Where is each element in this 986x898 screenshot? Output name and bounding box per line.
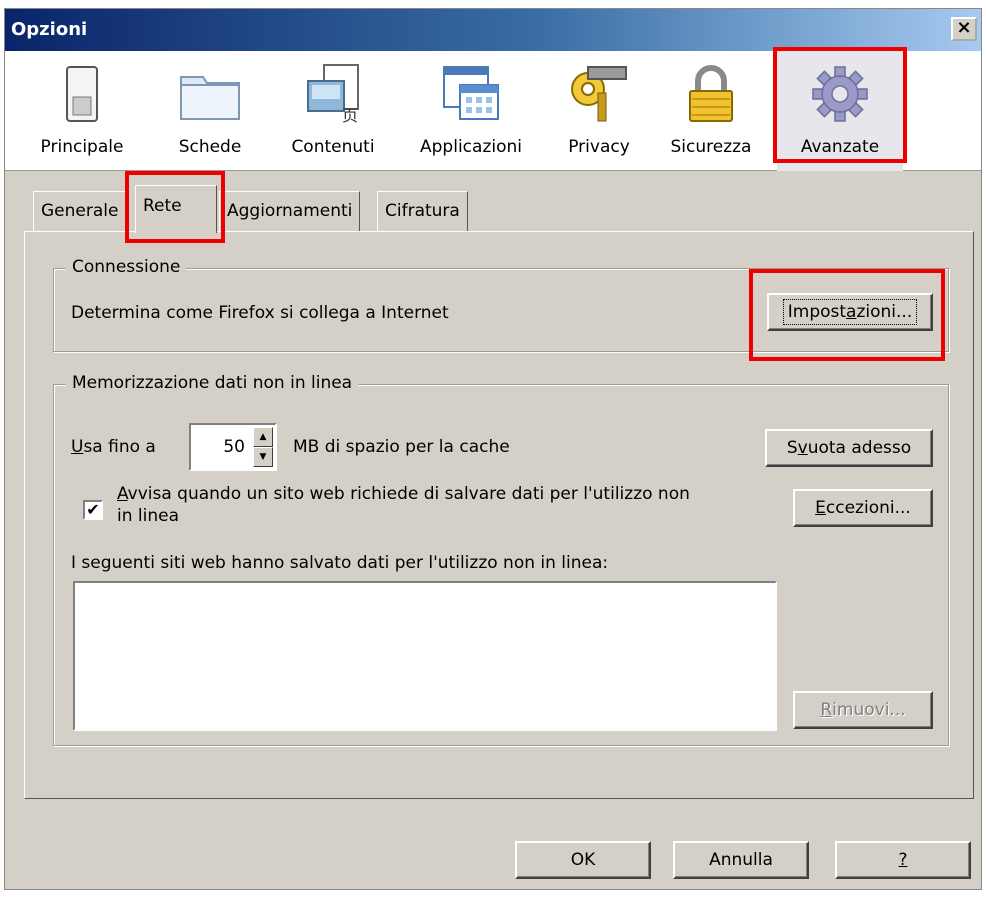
category-label: Sicurezza — [670, 137, 752, 157]
options-dialog: Opzioni × Principale Schede 页 Contenuti … — [4, 8, 982, 890]
window-calendar-icon — [440, 63, 502, 125]
category-label: Avanzate — [800, 137, 880, 157]
switch-icon — [51, 63, 113, 125]
category-avanzate[interactable]: Avanzate — [777, 51, 903, 171]
offline-storage-legend: Memorizzazione dati non in linea — [66, 373, 359, 393]
category-label: Privacy — [568, 137, 630, 157]
tab-aggiornamenti[interactable]: Aggiornamenti — [219, 191, 361, 231]
notify-offline-label[interactable]: Avvisa quando un sito web richiede di sa… — [117, 483, 690, 527]
category-schede[interactable]: Schede — [165, 51, 255, 171]
button-label: Impostazioni... — [782, 299, 918, 325]
connection-description: Determina come Firefox si collega a Inte… — [71, 303, 449, 323]
category-privacy[interactable]: Privacy — [553, 51, 645, 171]
lock-icon — [680, 63, 742, 125]
window-title: Opzioni — [11, 19, 88, 40]
category-sicurezza[interactable]: Sicurezza — [651, 51, 771, 171]
category-applicazioni[interactable]: Applicazioni — [409, 51, 533, 171]
svg-text:页: 页 — [342, 106, 358, 125]
clear-cache-button[interactable]: Svuota adesso — [765, 429, 933, 467]
button-label: Eccezioni... — [815, 498, 911, 518]
close-button[interactable]: × — [951, 17, 977, 41]
folder-tabs-icon — [179, 63, 241, 125]
tab-rete[interactable]: Rete — [135, 185, 217, 233]
tab-cifratura[interactable]: Cifratura — [377, 191, 468, 231]
ok-button[interactable]: OK — [515, 841, 651, 879]
title-bar[interactable]: Opzioni × — [5, 9, 981, 51]
help-button[interactable]: ? — [835, 841, 971, 879]
tab-generale[interactable]: Generale — [33, 191, 127, 231]
category-label: Principale — [40, 137, 124, 157]
spin-up-button[interactable]: ▲ — [253, 427, 273, 447]
category-principale[interactable]: Principale — [33, 51, 131, 171]
notify-offline-checkbox[interactable]: ✔ — [83, 500, 103, 520]
connection-settings-button[interactable]: Impostazioni... — [767, 293, 933, 331]
category-toolbar: Principale Schede 页 Contenuti Applicazio… — [5, 51, 981, 171]
category-label: Schede — [178, 137, 242, 157]
cache-suffix-label: MB di spazio per la cache — [293, 437, 510, 457]
category-label: Applicazioni — [420, 137, 522, 157]
cancel-button[interactable]: Annulla — [673, 841, 809, 879]
key-icon — [568, 63, 630, 125]
tab-label: Generale — [41, 201, 119, 221]
cache-size-spinner[interactable]: 50 ▲ ▼ — [189, 423, 277, 471]
button-label: Rimuovi... — [820, 700, 906, 720]
category-label: Contenuti — [291, 137, 375, 157]
remove-button: Rimuovi... — [793, 691, 933, 729]
tab-label: Cifratura — [385, 201, 460, 221]
offline-sites-label: I seguenti siti web hanno salvato dati p… — [71, 553, 609, 573]
tab-label: Rete — [143, 196, 182, 216]
button-label: ? — [898, 850, 908, 870]
tab-label: Aggiornamenti — [227, 201, 353, 221]
button-label: Svuota adesso — [786, 438, 912, 458]
connection-legend: Connessione — [66, 257, 187, 277]
use-up-to-label: Usa fino a — [71, 437, 156, 457]
exceptions-button[interactable]: Eccezioni... — [793, 489, 933, 527]
documents-icon: 页 — [302, 63, 364, 125]
spin-down-button[interactable]: ▼ — [253, 447, 273, 467]
gear-icon — [809, 63, 871, 125]
category-contenuti[interactable]: 页 Contenuti — [281, 51, 385, 171]
cache-size-value[interactable]: 50 — [223, 437, 245, 457]
offline-sites-list[interactable] — [73, 581, 777, 731]
